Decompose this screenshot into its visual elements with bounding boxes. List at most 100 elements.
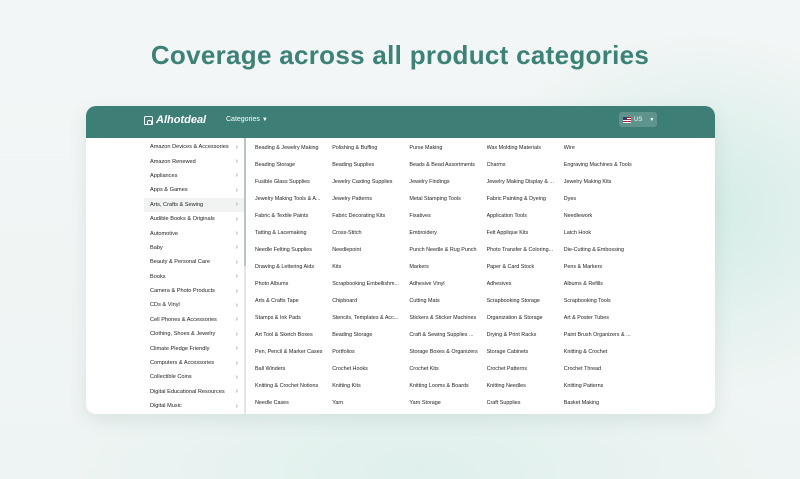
subcategory-link[interactable]: Arts & Crafts Tape: [255, 293, 332, 310]
sidebar-category-item[interactable]: Audible Books & Originals ›: [144, 212, 244, 226]
subcategory-link[interactable]: Fabric & Textile Paints: [255, 208, 332, 225]
region-selector[interactable]: US ▼: [619, 112, 657, 127]
sidebar-category-item[interactable]: Automotive ›: [144, 226, 244, 240]
sidebar-category-item[interactable]: Digital Music ›: [144, 399, 244, 413]
subcategory-link[interactable]: Art & Poster Tubes: [564, 310, 641, 327]
subcategory-link[interactable]: Paint Brush Organizers & ...: [564, 327, 641, 344]
subcategory-link[interactable]: Needlework: [564, 208, 641, 225]
subcategory-link[interactable]: Scrapbooking Embellishm...: [332, 276, 409, 293]
subcategory-link[interactable]: Albums & Refills: [564, 276, 641, 293]
subcategory-link[interactable]: Scrapbooking Storage: [487, 293, 564, 310]
subcategory-link[interactable]: Knitting & Crochet: [564, 344, 641, 361]
subcategory-link[interactable]: Fixatives: [409, 208, 486, 225]
subcategory-link[interactable]: Crochet Thread: [564, 361, 641, 378]
subcategory-link[interactable]: Needle Felting Supplies: [255, 242, 332, 259]
subcategory-link[interactable]: Knitting Looms & Boards: [409, 378, 486, 395]
subcategory-link[interactable]: Wax Molding Materials: [487, 140, 564, 157]
sidebar-category-item[interactable]: Digital Educational Resources ›: [144, 385, 244, 399]
sidebar-category-item[interactable]: Camera & Photo Products ›: [144, 284, 244, 298]
subcategory-link[interactable]: Die-Cutting & Embossing: [564, 242, 641, 259]
subcategory-link[interactable]: Cutting Mats: [409, 293, 486, 310]
subcategory-link[interactable]: Felt Applique Kits: [487, 225, 564, 242]
sidebar-category-item[interactable]: Books ›: [144, 270, 244, 284]
sidebar-category-item[interactable]: Appliances ›: [144, 169, 244, 183]
subcategory-link[interactable]: Embroidery: [409, 225, 486, 242]
subcategory-link[interactable]: Yarn: [332, 395, 409, 412]
subcategory-link[interactable]: Storage Boxes & Organizers: [409, 344, 486, 361]
subcategory-link[interactable]: Fabric Decorating Kits: [332, 208, 409, 225]
subcategory-link[interactable]: Basket Making: [564, 395, 641, 412]
subcategory-link[interactable]: Beading & Jewelry Making: [255, 140, 332, 157]
sidebar-category-item[interactable]: Amazon Devices & Accessories ›: [144, 140, 244, 154]
subcategory-link[interactable]: Jewelry Making Kits: [564, 174, 641, 191]
subcategory-link[interactable]: Needle Cases: [255, 395, 332, 412]
subcategory-link[interactable]: Crochet Kits: [409, 361, 486, 378]
subcategory-link[interactable]: Purse Making: [409, 140, 486, 157]
subcategory-link[interactable]: Dyes: [564, 191, 641, 208]
subcategory-link[interactable]: Knitting Patterns: [564, 378, 641, 395]
subcategory-link[interactable]: Wire: [564, 140, 641, 157]
subcategory-link[interactable]: Photo Transfer & Coloring...: [487, 242, 564, 259]
subcategory-link[interactable]: Photo Albums: [255, 276, 332, 293]
subcategory-link[interactable]: Fabric Painting & Dyeing: [487, 191, 564, 208]
subcategory-link[interactable]: Ball Winders: [255, 361, 332, 378]
subcategory-link[interactable]: Jewelry Patterns: [332, 191, 409, 208]
subcategory-link[interactable]: Crochet Patterns: [487, 361, 564, 378]
subcategory-link[interactable]: Polishing & Buffing: [332, 140, 409, 157]
sidebar-category-item[interactable]: Apps & Games ›: [144, 183, 244, 197]
subcategory-link[interactable]: Metal Stamping Tools: [409, 191, 486, 208]
sidebar-category-item[interactable]: CDs & Vinyl ›: [144, 298, 244, 312]
subcategory-link[interactable]: Stencils, Templates & Acc...: [332, 310, 409, 327]
subcategory-link[interactable]: Pens & Markers: [564, 259, 641, 276]
subcategory-link[interactable]: Punch Needle & Rug Punch: [409, 242, 486, 259]
sidebar-category-item[interactable]: Beauty & Personal Care ›: [144, 255, 244, 269]
subcategory-link[interactable]: Adhesives: [487, 276, 564, 293]
subcategory-link[interactable]: Jewelry Making Display & ...: [487, 174, 564, 191]
subcategory-link[interactable]: Craft Supplies: [487, 395, 564, 412]
subcategory-link[interactable]: Drawing & Lettering Aids: [255, 259, 332, 276]
subcategory-link[interactable]: Pen, Pencil & Marker Cases: [255, 344, 332, 361]
subcategory-link[interactable]: Beading Supplies: [332, 157, 409, 174]
subcategory-link[interactable]: Latch Hook: [564, 225, 641, 242]
subcategory-link[interactable]: Portfolios: [332, 344, 409, 361]
subcategory-link[interactable]: Engraving Machines & Tools: [564, 157, 641, 174]
site-logo[interactable]: Alhotdeal: [144, 114, 206, 126]
subcategory-link[interactable]: Paper & Card Stock: [487, 259, 564, 276]
subcategory-link[interactable]: Fusible Glass Supplies: [255, 174, 332, 191]
subcategory-link[interactable]: Storage Cabinets: [487, 344, 564, 361]
sidebar-category-item[interactable]: Baby ›: [144, 241, 244, 255]
subcategory-link[interactable]: Stickers & Sticker Machines: [409, 310, 486, 327]
subcategory-link[interactable]: Craft & Sewing Supplies ...: [409, 327, 486, 344]
subcategory-link[interactable]: Yarn Storage: [409, 395, 486, 412]
sidebar-category-item[interactable]: Arts, Crafts & Sewing ›: [144, 197, 244, 212]
subcategory-link[interactable]: Jewelry Findings: [409, 174, 486, 191]
categories-dropdown[interactable]: Categories ▼: [226, 116, 268, 123]
subcategory-link[interactable]: Knitting Needles: [487, 378, 564, 395]
sidebar-scrollbar[interactable]: [244, 138, 246, 266]
subcategory-link[interactable]: Markers: [409, 259, 486, 276]
subcategory-link[interactable]: Chipboard: [332, 293, 409, 310]
sidebar-category-item[interactable]: Climate Pledge Friendly ›: [144, 341, 244, 355]
subcategory-link[interactable]: Jewelry Casting Supplies: [332, 174, 409, 191]
subcategory-link[interactable]: Needlepoint: [332, 242, 409, 259]
sidebar-category-item[interactable]: Cell Phones & Accessories ›: [144, 313, 244, 327]
subcategory-link[interactable]: Kits: [332, 259, 409, 276]
subcategory-link[interactable]: Jewelry Making Tools & A...: [255, 191, 332, 208]
subcategory-link[interactable]: Art Tool & Sketch Boxes: [255, 327, 332, 344]
subcategory-link[interactable]: Knitting Kits: [332, 378, 409, 395]
sidebar-category-item[interactable]: Collectible Coins ›: [144, 370, 244, 384]
subcategory-link[interactable]: Charms: [487, 157, 564, 174]
sidebar-category-item[interactable]: Clothing, Shoes & Jewelry ›: [144, 327, 244, 341]
subcategory-link[interactable]: Cross-Stitch: [332, 225, 409, 242]
subcategory-link[interactable]: Adhesive Vinyl: [409, 276, 486, 293]
sidebar-category-item[interactable]: Amazon Renewed ›: [144, 154, 244, 168]
subcategory-link[interactable]: Stamps & Ink Pads: [255, 310, 332, 327]
sidebar-category-item[interactable]: Computers & Accessories ›: [144, 356, 244, 370]
subcategory-link[interactable]: Application Tools: [487, 208, 564, 225]
subcategory-link[interactable]: Tatting & Lacemaking: [255, 225, 332, 242]
subcategory-link[interactable]: Beading Storage: [255, 157, 332, 174]
subcategory-link[interactable]: Crochet Hooks: [332, 361, 409, 378]
subcategory-link[interactable]: Scrapbooking Tools: [564, 293, 641, 310]
subcategory-link[interactable]: Beading Storage: [332, 327, 409, 344]
subcategory-link[interactable]: Beads & Bead Assortments: [409, 157, 486, 174]
